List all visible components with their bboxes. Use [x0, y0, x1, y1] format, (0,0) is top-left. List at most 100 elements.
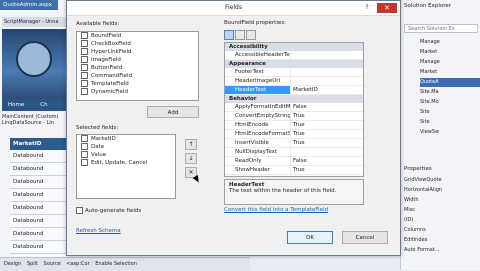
property-row[interactable]: ShowHeader True: [225, 166, 363, 175]
datasource-control[interactable]: LinqDataSource - Lin: [2, 120, 68, 126]
grid-row[interactable]: Databound: [10, 228, 70, 241]
selected-field-label: Value: [91, 152, 107, 158]
property-row[interactable]: InsertVisible True: [225, 139, 363, 148]
property-value[interactable]: [291, 148, 363, 156]
properties-title: Properties: [404, 166, 432, 172]
grid-row[interactable]: Databound: [10, 241, 70, 254]
available-fields-tree[interactable]: BoundField CheckBoxField HyperLinkField Ima…: [76, 31, 199, 101]
available-field-label: ButtonField: [91, 65, 123, 71]
selected-field-item[interactable]: Value: [77, 151, 175, 159]
property-row[interactable]: HtmlEncode True: [225, 121, 363, 130]
nav-second[interactable]: Ch: [40, 102, 47, 108]
design-tab[interactable]: Design: [4, 261, 21, 267]
solution-item[interactable]: Site: [420, 108, 480, 117]
solution-search-input[interactable]: Search Solution Ex: [404, 24, 478, 33]
grid-row[interactable]: Databound: [10, 202, 70, 215]
document-tab[interactable]: QuoteAdmin.aspx: [0, 0, 58, 10]
grid-row[interactable]: Databound: [10, 189, 70, 202]
available-field-item[interactable]: HyperLinkField: [77, 48, 198, 56]
property-row[interactable]: HorizontalAlign: [404, 186, 480, 195]
property-row[interactable]: HtmlEncodeFormatStringTrue: [225, 130, 363, 139]
property-row[interactable]: ReadOnly False: [225, 157, 363, 166]
available-field-item[interactable]: TemplateField: [77, 80, 198, 88]
grid-row[interactable]: Databound: [10, 176, 70, 189]
property-value[interactable]: True: [291, 130, 363, 138]
help-button[interactable]: ?: [361, 3, 373, 13]
design-gridview[interactable]: MarketID Databound Databound Databound Data…: [10, 138, 70, 267]
solution-item[interactable]: Market: [420, 68, 480, 77]
close-button[interactable]: ✕: [377, 3, 397, 13]
available-field-item[interactable]: ImageField: [77, 56, 198, 64]
selected-field-item[interactable]: MarketID: [77, 135, 175, 143]
enable-selection-checkbox[interactable]: Enable Selection: [95, 261, 137, 267]
move-up-button[interactable]: ↑: [185, 139, 197, 150]
property-row[interactable]: Auto Format...: [404, 246, 480, 255]
available-field-item[interactable]: BoundField: [77, 32, 198, 40]
grid-row[interactable]: Databound: [10, 150, 70, 163]
property-row[interactable]: Columns: [404, 226, 480, 235]
property-row[interactable]: Misc: [404, 206, 480, 215]
move-down-button[interactable]: ↓: [185, 153, 197, 164]
property-value[interactable]: True: [291, 166, 363, 174]
solution-item[interactable]: Site.Mo: [420, 98, 480, 107]
available-field-item[interactable]: ButtonField: [77, 64, 198, 72]
ok-button[interactable]: OK: [287, 231, 333, 244]
solution-item[interactable]: Manage: [420, 58, 480, 67]
cancel-button[interactable]: Cancel: [342, 231, 388, 244]
categorized-icon[interactable]: [224, 30, 234, 40]
convert-templatefield-link[interactable]: Convert this field into a TemplateField: [224, 207, 328, 213]
grid-row[interactable]: Databound: [10, 163, 70, 176]
property-value[interactable]: True: [291, 112, 363, 120]
property-value[interactable]: True: [291, 121, 363, 129]
solution-item[interactable]: Site.Ma: [420, 88, 480, 97]
selected-fields-list[interactable]: MarketID Date Value Edit, Update, Cancel: [76, 134, 176, 199]
selected-field-item[interactable]: Edit, Update, Cancel: [77, 159, 175, 167]
property-value[interactable]: [291, 175, 363, 176]
property-row[interactable]: Width: [404, 196, 480, 205]
solution-item[interactable]: Market: [420, 48, 480, 57]
property-name: AccessibleHeaderText: [225, 51, 291, 59]
property-row[interactable]: ApplyFormatInEditModeFalse: [225, 103, 363, 112]
property-category[interactable]: Appearance: [225, 60, 363, 68]
property-value[interactable]: False: [291, 103, 363, 111]
split-tab[interactable]: Split: [27, 261, 38, 267]
available-field-item[interactable]: CheckBoxField: [77, 40, 198, 48]
solution-item[interactable]: ViewSw: [420, 128, 480, 137]
property-category[interactable]: Accessibility: [225, 43, 363, 51]
property-row[interactable]: HeaderImageUrl: [225, 77, 363, 86]
refresh-schema-link[interactable]: Refresh Schema: [76, 228, 121, 234]
selected-field-item[interactable]: Date: [77, 143, 175, 151]
available-field-item[interactable]: DynamicField: [77, 88, 198, 96]
property-row[interactable]: NullDisplayText: [225, 148, 363, 157]
property-category[interactable]: Behavior: [225, 95, 363, 103]
script-manager-control[interactable]: ScriptManager - Unna: [2, 17, 68, 27]
property-grid[interactable]: Accessibility AccessibleHeaderText Appeara…: [224, 42, 364, 177]
source-tab[interactable]: Source: [44, 261, 61, 267]
tag-breadcrumb[interactable]: <asp:Cor: [66, 261, 89, 267]
alphabetical-icon[interactable]: [235, 30, 245, 40]
grid-row[interactable]: Databound: [10, 215, 70, 228]
property-value[interactable]: [291, 51, 363, 59]
nav-home[interactable]: Home: [8, 102, 24, 108]
property-row[interactable]: FooterText: [225, 68, 363, 77]
solution-item[interactable]: Site: [420, 118, 480, 127]
property-row[interactable]: ConvertEmptyStringToNullTrue: [225, 112, 363, 121]
field-type-icon: [81, 56, 88, 63]
property-value[interactable]: [291, 68, 363, 76]
property-value[interactable]: [291, 77, 363, 85]
solution-item[interactable]: QuoteA: [420, 78, 480, 87]
property-value[interactable]: MarketID: [291, 86, 363, 94]
property-row[interactable]: AccessibleHeaderText: [225, 51, 363, 60]
property-value[interactable]: False: [291, 157, 363, 165]
property-row[interactable]: (ID): [404, 216, 480, 225]
property-row[interactable]: HeaderText MarketID: [225, 86, 363, 95]
property-value[interactable]: True: [291, 139, 363, 147]
property-row[interactable]: SortExpression: [225, 175, 363, 176]
autogen-checkbox[interactable]: Auto-generate fields: [76, 207, 141, 214]
solution-item[interactable]: Manage: [420, 38, 480, 47]
properties-object[interactable]: GridViewQuote: [404, 176, 480, 185]
add-button[interactable]: Add: [147, 106, 199, 118]
available-field-item[interactable]: CommandField: [77, 72, 198, 80]
property-row[interactable]: EditIndex: [404, 236, 480, 245]
property-pages-icon[interactable]: [246, 30, 256, 40]
